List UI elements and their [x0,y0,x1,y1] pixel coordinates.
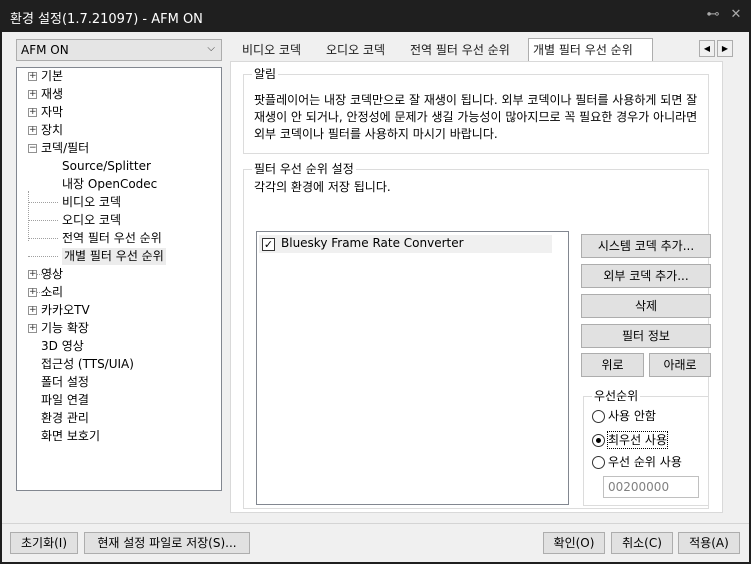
tree-item-label: 영상 [41,267,64,281]
tab-panel: 알림 팟플레이어는 내장 코덱만으로 잘 재생이 됩니다. 외부 코덱이나 필터… [230,61,723,513]
expand-icon[interactable]: + [28,324,37,333]
tree-item-label: 화면 보호기 [41,429,101,443]
radio-label-highest-priority[interactable]: 최우선 사용 [606,431,669,449]
cancel-button[interactable]: 취소(C) [611,532,673,554]
tab-global-filter-priority[interactable]: 전역 필터 우선 순위 [406,41,514,61]
expand-icon[interactable]: + [28,270,37,279]
add-external-codec-button[interactable]: 외부 코덱 추가... [581,264,711,288]
settings-tree[interactable]: + 기본 + 재생 + 자막 + 장치 − 코덱/필터 Source/Split… [16,67,222,491]
close-icon[interactable]: ✕ [727,7,745,22]
save-settings-file-button[interactable]: 현재 설정 파일로 저장(S)... [84,532,250,554]
tree-item-label: 코덱/필터 [41,141,90,155]
tree-item-label: 3D 영상 [41,339,84,353]
tree-item-label: 내장 OpenCodec [62,177,158,191]
expand-icon[interactable]: + [28,126,37,135]
reset-button[interactable]: 초기화(I) [10,532,78,554]
apply-button[interactable]: 적용(A) [678,532,740,554]
priority-value-field[interactable]: 00200000 [603,476,699,498]
tree-item-label: 파일 연결 [41,393,89,407]
add-system-codec-button[interactable]: 시스템 코덱 추가... [581,234,711,258]
tab-scroll-right-icon[interactable]: ▶ [717,40,733,57]
tree-item-label: Source/Splitter [62,159,151,173]
tree-item-label: 재생 [41,87,64,101]
radio-highest-priority[interactable] [592,434,605,447]
window-title: 환경 설정(1.7.21097) - AFM ON [10,12,203,27]
footer-divider [2,523,749,524]
tree-item-label: 자막 [41,105,64,119]
tree-item-label: 폴더 설정 [41,375,89,389]
tree-item-label: 카카오TV [41,303,90,317]
tab-strip: 비디오 코덱 오디오 코덱 전역 필터 우선 순위 개별 필터 우선 순위 [230,38,722,62]
tree-item-label: 접근성 (TTS/UIA) [41,357,134,371]
expand-icon[interactable]: + [28,306,37,315]
tree-item-label: 오디오 코덱 [62,213,122,227]
radio-label-use-priority[interactable]: 우선 순위 사용 [608,454,682,470]
filter-list[interactable]: ✓ Bluesky Frame Rate Converter [256,231,569,505]
radio-use-priority[interactable] [592,456,605,469]
filter-name: Bluesky Frame Rate Converter [281,236,464,250]
tree-item-label: 전역 필터 우선 순위 [62,231,162,245]
tree-item-label: 기능 확장 [41,321,89,335]
preset-dropdown[interactable]: AFM ON ⌵ [16,39,222,61]
radio-label-not-use[interactable]: 사용 안함 [608,408,656,424]
priority-title: 필터 우선 순위 설정 [252,162,356,176]
delete-button[interactable]: 삭제 [581,294,711,318]
pin-icon[interactable]: ⊷ [704,7,722,22]
title-bar: 환경 설정(1.7.21097) - AFM ON ⊷ ✕ [0,0,751,32]
expand-icon[interactable]: + [28,288,37,297]
tab-individual-filter-priority[interactable]: 개별 필터 우선 순위 [528,38,653,62]
tree-item-label: 기본 [41,69,64,83]
move-down-button[interactable]: 아래로 [649,353,711,377]
move-up-button[interactable]: 위로 [581,353,644,377]
tab-scroll-left-icon[interactable]: ◀ [699,40,715,57]
tree-item-label: 환경 관리 [41,411,89,425]
chevron-down-icon: ⌵ [207,43,215,54]
notice-title: 알림 [252,67,279,81]
tab-video-codec[interactable]: 비디오 코덱 [238,41,305,61]
filter-info-button[interactable]: 필터 정보 [581,324,711,348]
tab-audio-codec[interactable]: 오디오 코덱 [322,41,389,61]
preset-value: AFM ON [21,43,69,57]
tree-item-label: 비디오 코덱 [62,195,122,209]
tree-item-label: 소리 [41,285,64,299]
checkbox[interactable]: ✓ [262,238,275,251]
ok-button[interactable]: 확인(O) [543,532,605,554]
expand-icon[interactable]: + [28,90,37,99]
expand-icon[interactable]: + [28,108,37,117]
order-title: 우선순위 [592,389,641,403]
collapse-icon[interactable]: − [28,144,37,153]
list-item[interactable]: ✓ Bluesky Frame Rate Converter [259,235,552,253]
tree-item-label: 개별 필터 우선 순위 [62,248,166,265]
notice-group: 알림 팟플레이어는 내장 코덱만으로 잘 재생이 됩니다. 외부 코덱이나 필터… [243,67,709,154]
dialog-client: AFM ON ⌵ + 기본 + 재생 + 자막 + 장치 − 코덱/필터 Sou… [2,32,749,562]
expand-icon[interactable]: + [28,72,37,81]
tree-item-label: 장치 [41,123,64,137]
notice-text: 팟플레이어는 내장 코덱만으로 잘 재생이 됩니다. 외부 코덱이나 필터를 사… [254,93,698,141]
priority-subtitle: 각각의 환경에 저장 됩니다. [254,180,391,194]
radio-not-use[interactable] [592,410,605,423]
